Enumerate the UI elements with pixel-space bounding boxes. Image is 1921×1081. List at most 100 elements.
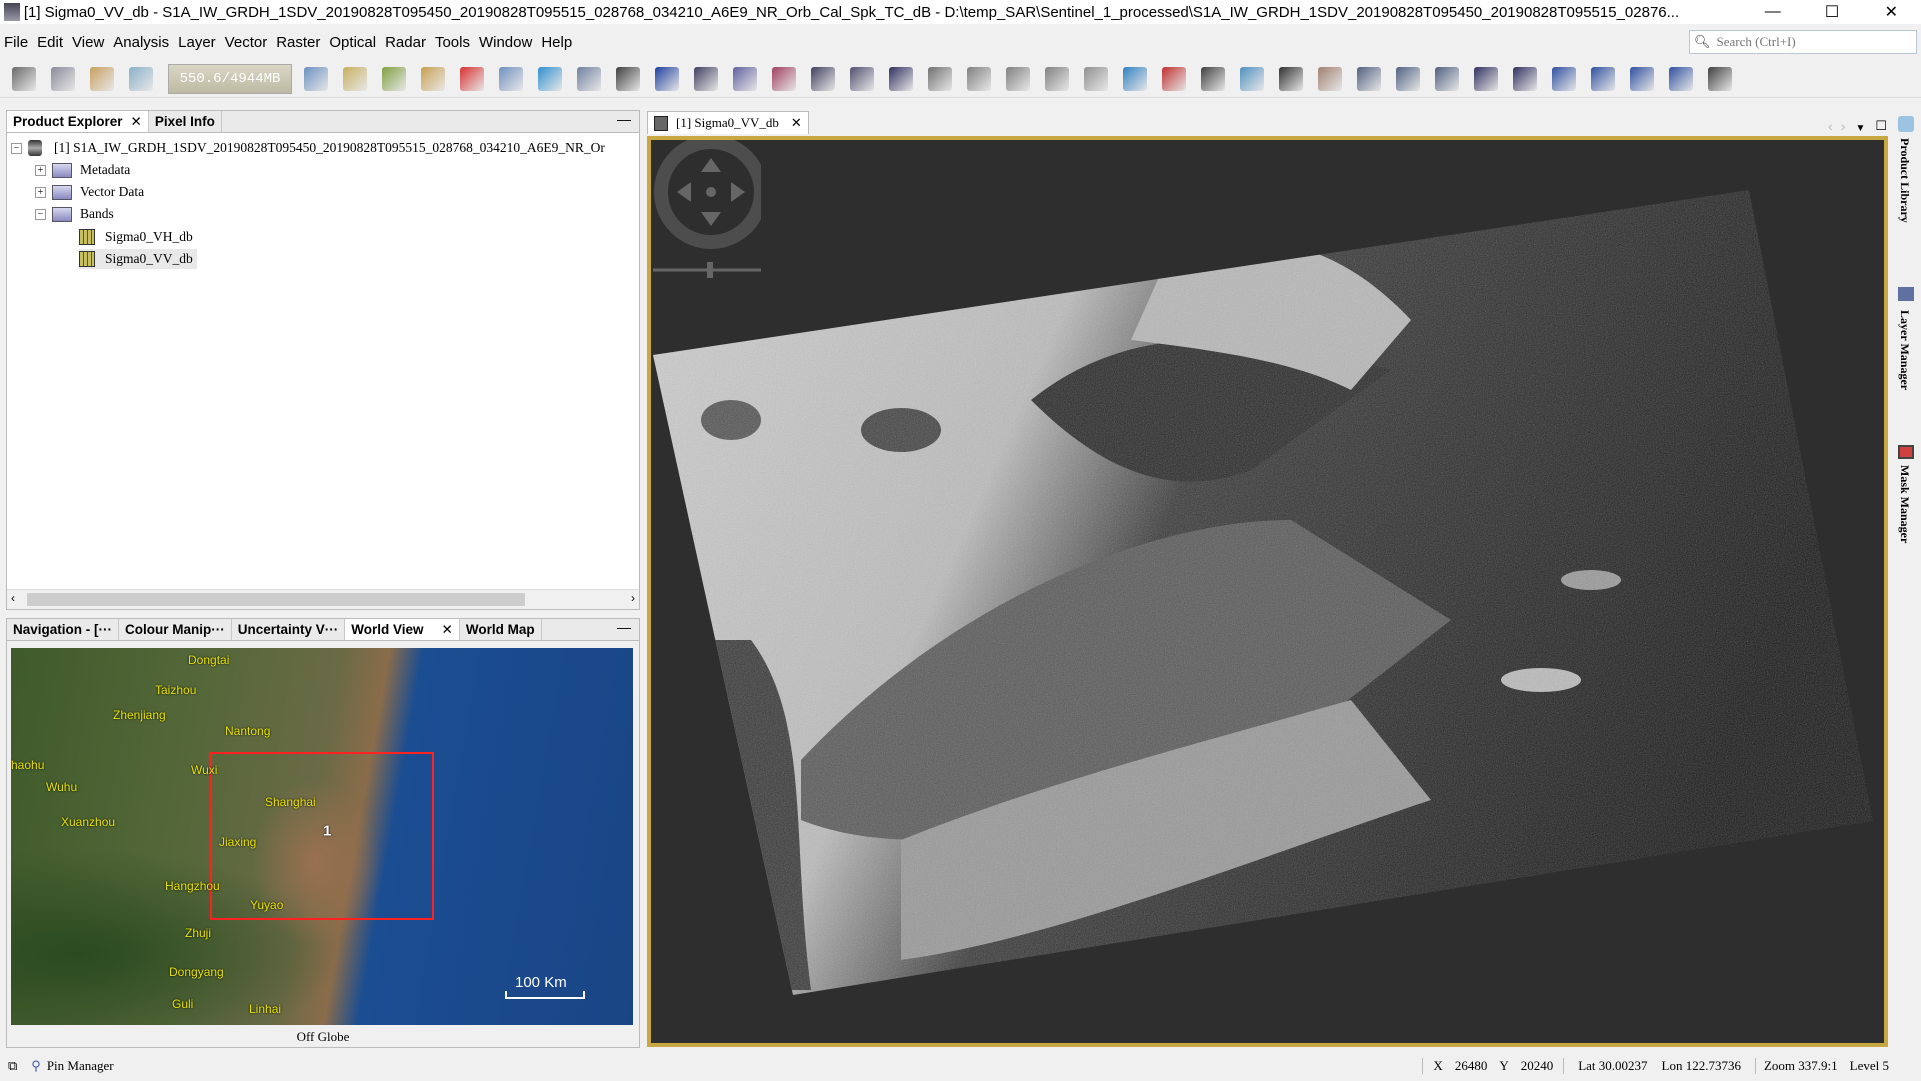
undo-icon[interactable] xyxy=(90,66,114,91)
sar-image[interactable] xyxy=(651,140,1884,1043)
graph-icon[interactable] xyxy=(1162,66,1186,91)
wave-icon[interactable] xyxy=(538,66,562,91)
bar-icon[interactable] xyxy=(421,66,445,91)
close-button[interactable]: ✕ xyxy=(1862,2,1921,22)
tree-item-vector-data[interactable]: + Vector Data xyxy=(35,182,144,202)
menu-help[interactable]: Help xyxy=(541,34,572,51)
pan-down-icon[interactable] xyxy=(701,212,721,226)
tab-image-view[interactable]: [1] Sigma0_VV_db ✕ xyxy=(647,111,809,134)
menu-layer[interactable]: Layer xyxy=(178,34,216,51)
maximize-button[interactable]: ☐ xyxy=(1802,2,1861,22)
menu-radar[interactable]: Radar xyxy=(385,34,426,51)
center-icon[interactable] xyxy=(706,187,716,197)
export-icon[interactable] xyxy=(343,66,367,91)
maximize-view-icon[interactable]: ☐ xyxy=(1875,118,1887,134)
histogram-icon[interactable] xyxy=(694,66,718,91)
info-icon[interactable] xyxy=(733,66,757,91)
tree-item-metadata[interactable]: + Metadata xyxy=(35,160,130,180)
gcp-tool-icon[interactable] xyxy=(1435,66,1459,91)
tree-item-bands[interactable]: − Bands xyxy=(35,204,114,224)
memory-indicator[interactable]: 550.6/4944MB xyxy=(168,63,292,94)
tab-colour-manipulation[interactable]: Colour Manip··· xyxy=(119,619,232,640)
menu-view[interactable]: View xyxy=(72,34,104,51)
tab-pixel-info[interactable]: Pixel Info xyxy=(149,111,222,132)
pan-icon[interactable] xyxy=(1318,66,1342,91)
magic-wand-icon[interactable] xyxy=(1669,66,1693,91)
pin-icon[interactable] xyxy=(1396,66,1420,91)
zoom-slider-handle[interactable] xyxy=(707,262,713,278)
close-icon[interactable]: ✕ xyxy=(131,114,142,130)
collapse-icon[interactable]: − xyxy=(11,142,22,154)
minimize-panel-button[interactable]: — xyxy=(609,111,639,132)
expand-icon[interactable]: + xyxy=(35,164,46,176)
line-icon[interactable] xyxy=(1474,66,1498,91)
eye-icon[interactable] xyxy=(1123,66,1147,91)
redo-icon[interactable] xyxy=(129,66,153,91)
hand-icon[interactable] xyxy=(967,66,991,91)
collapse-icon[interactable]: − xyxy=(35,208,46,220)
close-icon[interactable]: ✕ xyxy=(442,622,453,638)
tab-world-view[interactable]: World View ✕ xyxy=(345,619,460,640)
product-library-tab[interactable]: Product Library xyxy=(1897,138,1912,223)
horizontal-scrollbar[interactable]: ‹ › xyxy=(7,589,639,609)
menu-analysis[interactable]: Analysis xyxy=(113,34,169,51)
tab-product-explorer[interactable]: Product Explorer ✕ xyxy=(7,111,149,132)
pan-right-icon[interactable] xyxy=(731,182,745,202)
import-icon[interactable] xyxy=(382,66,406,91)
pin-manager-tab[interactable]: Pin Manager xyxy=(47,1058,114,1074)
scroll-right-icon[interactable]: › xyxy=(631,591,635,605)
menu-tools[interactable]: Tools xyxy=(435,34,470,51)
search-box[interactable]: 🔍︎ Search (Ctrl+I) xyxy=(1689,30,1917,54)
save-product-icon[interactable] xyxy=(51,66,75,91)
tree-item-band-vv[interactable]: Sigma0_VV_db xyxy=(79,249,197,269)
pin-stats-icon[interactable] xyxy=(772,66,796,91)
tree-item-product[interactable]: − [1] S1A_IW_GRDH_1SDV_20190828T095450_20… xyxy=(11,138,605,158)
expand-icon[interactable]: + xyxy=(35,186,46,198)
network-icon[interactable] xyxy=(1201,66,1225,91)
menu-file[interactable]: File xyxy=(4,34,28,51)
minimize-panel-button[interactable]: — xyxy=(609,619,639,640)
menu-window[interactable]: Window xyxy=(479,34,532,51)
scrollbar-thumb[interactable] xyxy=(27,593,525,606)
pan-left-icon[interactable] xyxy=(677,182,691,202)
menu-optical[interactable]: Optical xyxy=(329,34,376,51)
rectangle-icon[interactable] xyxy=(1552,66,1576,91)
scroll-left-icon[interactable]: ‹ xyxy=(11,591,15,605)
close-icon[interactable]: ✕ xyxy=(791,115,802,131)
rotate-icon[interactable] xyxy=(928,66,952,91)
menu-raster[interactable]: Raster xyxy=(276,34,320,51)
restore-window-icon[interactable]: ⧉ xyxy=(8,1058,17,1074)
minimize-button[interactable]: — xyxy=(1743,3,1802,21)
edit-icon[interactable] xyxy=(616,66,640,91)
tab-uncertainty[interactable]: Uncertainty V··· xyxy=(232,619,346,640)
layer-icon[interactable] xyxy=(499,66,523,91)
image-view[interactable] xyxy=(647,136,1888,1047)
world-view-map[interactable]: Dongtai Taizhou Zhenjiang Nantong haohu … xyxy=(11,648,633,1025)
scroll-tabs-right-icon[interactable]: › xyxy=(1841,118,1846,134)
zoom-icon[interactable] xyxy=(1357,66,1381,91)
phi-lambda-icon[interactable] xyxy=(655,66,679,91)
navigation-control[interactable] xyxy=(651,140,761,280)
pan-up-icon[interactable] xyxy=(701,158,721,172)
scatter-icon[interactable] xyxy=(850,66,874,91)
globe-icon[interactable] xyxy=(304,66,328,91)
sum-icon[interactable] xyxy=(889,66,913,91)
menu-edit[interactable]: Edit xyxy=(37,34,63,51)
grid-icon[interactable] xyxy=(1006,66,1030,91)
gcp-icon[interactable] xyxy=(1045,66,1069,91)
layer-manager-tab[interactable]: Layer Manager xyxy=(1897,310,1912,390)
tab-navigation[interactable]: Navigation - [··· xyxy=(7,619,119,640)
mask-manager-tab[interactable]: Mask Manager xyxy=(1897,465,1912,543)
polyline-icon[interactable] xyxy=(1513,66,1537,91)
rgb-icon[interactable] xyxy=(460,66,484,91)
tab-world-map[interactable]: World Map xyxy=(460,619,542,640)
spectrum-icon[interactable] xyxy=(577,66,601,91)
gcp-cloud-icon[interactable] xyxy=(1084,66,1108,91)
sar-icon[interactable] xyxy=(1240,66,1264,91)
scroll-tabs-left-icon[interactable]: ‹ xyxy=(1828,118,1833,134)
ellipse-icon[interactable] xyxy=(1630,66,1654,91)
polygon-icon[interactable] xyxy=(1591,66,1615,91)
select-icon[interactable] xyxy=(1279,66,1303,91)
tree-item-band-vh[interactable]: Sigma0_VH_db xyxy=(79,227,193,247)
tab-list-icon[interactable]: ▼ xyxy=(1855,123,1865,134)
